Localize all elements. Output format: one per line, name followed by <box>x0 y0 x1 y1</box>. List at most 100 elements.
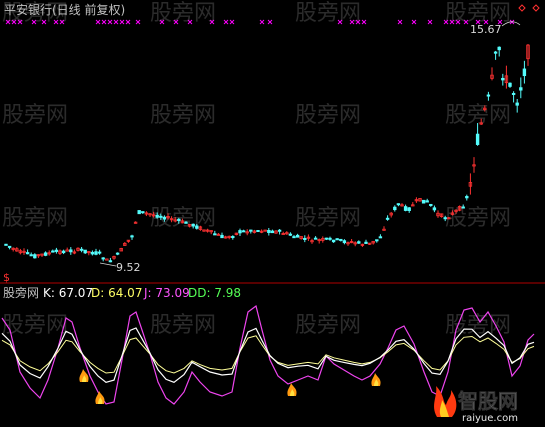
candle <box>346 241 350 246</box>
candle <box>436 210 440 218</box>
candle <box>429 203 433 207</box>
candle <box>202 229 206 232</box>
candle <box>238 228 242 236</box>
watermark-text: 股旁网 <box>2 103 68 128</box>
candle <box>7 245 12 250</box>
candle <box>259 229 264 234</box>
candle <box>403 204 408 212</box>
candle <box>339 238 343 242</box>
candle <box>364 239 368 244</box>
cross-mark <box>229 19 235 25</box>
candle <box>123 242 127 246</box>
candle <box>439 213 444 218</box>
candle <box>526 43 530 66</box>
candle <box>25 249 30 255</box>
candle <box>231 235 235 240</box>
candle <box>43 251 48 257</box>
dd-value: DD: 7.98 <box>188 286 241 300</box>
watermark-text: 股旁网 <box>295 206 361 231</box>
j-value: J: 73.09 <box>143 286 190 300</box>
candle <box>270 229 275 234</box>
candle <box>94 248 98 256</box>
cross-mark <box>119 19 125 25</box>
candle <box>29 252 33 257</box>
flame-icon <box>371 373 381 386</box>
candle <box>504 65 509 89</box>
candle <box>288 232 293 236</box>
cross-mark <box>223 19 229 25</box>
candle <box>367 242 372 246</box>
watermark-text: 股旁网 <box>150 206 216 231</box>
candle <box>213 230 217 236</box>
chart-title: 平安银行(日线 前复权) <box>4 2 125 17</box>
candle <box>90 250 95 256</box>
diamond-icon[interactable] <box>532 4 540 12</box>
candle <box>310 238 314 244</box>
candle <box>414 197 419 203</box>
candle <box>321 236 325 243</box>
watermark-text: 股旁网 <box>2 206 68 231</box>
flame-logo-icon <box>434 386 457 417</box>
candle <box>18 248 23 255</box>
candle <box>47 250 51 256</box>
cross-mark <box>107 19 113 25</box>
logo-url: raiyue.com <box>462 413 518 424</box>
candle <box>61 249 66 255</box>
stock-chart[interactable]: 股旁网 股旁网 股旁网 股旁网股旁网 股旁网 股旁网 股旁网股旁网 股旁网 股旁网 股旁网股旁网股… <box>0 0 545 427</box>
candle <box>515 99 519 113</box>
candle <box>303 235 307 243</box>
candle <box>306 234 311 241</box>
candle <box>357 240 361 244</box>
flame-icon <box>95 391 105 404</box>
candle <box>486 91 491 101</box>
candle <box>472 157 476 173</box>
candle <box>317 238 321 244</box>
candle <box>87 251 91 256</box>
candle <box>371 240 375 245</box>
candle <box>72 249 77 255</box>
cross-mark <box>135 19 141 25</box>
candle <box>40 253 44 257</box>
candle <box>220 232 224 239</box>
candle <box>281 231 285 236</box>
candle <box>432 205 437 213</box>
d-value: D: 64.07 <box>91 286 142 300</box>
candle <box>15 247 19 252</box>
candle <box>36 254 41 258</box>
candle <box>501 73 505 86</box>
candle <box>490 67 494 81</box>
candle <box>54 247 59 254</box>
candle <box>234 232 239 236</box>
candle <box>65 247 69 252</box>
candle <box>51 249 55 253</box>
low-arrow-icon <box>99 262 117 267</box>
candle <box>465 194 469 201</box>
candle <box>382 226 386 231</box>
candle <box>400 203 404 207</box>
candle <box>126 239 131 243</box>
flame-icon <box>79 369 89 382</box>
candle <box>277 229 282 235</box>
candle <box>360 243 365 247</box>
candle <box>335 238 339 241</box>
cross-mark <box>267 19 273 25</box>
candle <box>522 60 527 84</box>
candle <box>119 247 123 252</box>
candle <box>76 247 80 252</box>
candle <box>342 239 347 245</box>
logo-text: 智股网 <box>458 389 518 413</box>
watermark-text: 股旁网 <box>150 1 216 26</box>
candle <box>141 211 145 214</box>
watermark-text: 股旁网 <box>2 313 68 338</box>
site-logo: 智股网 raiyue.com <box>434 386 518 424</box>
candle <box>497 46 501 57</box>
candle <box>252 229 257 234</box>
flame-icon <box>287 383 297 396</box>
cross-mark <box>101 19 107 25</box>
candle <box>227 235 231 240</box>
candle <box>97 249 102 255</box>
candle <box>133 221 138 224</box>
diamond-icon[interactable] <box>518 4 526 12</box>
cross-mark <box>259 19 265 25</box>
candle <box>508 82 512 88</box>
